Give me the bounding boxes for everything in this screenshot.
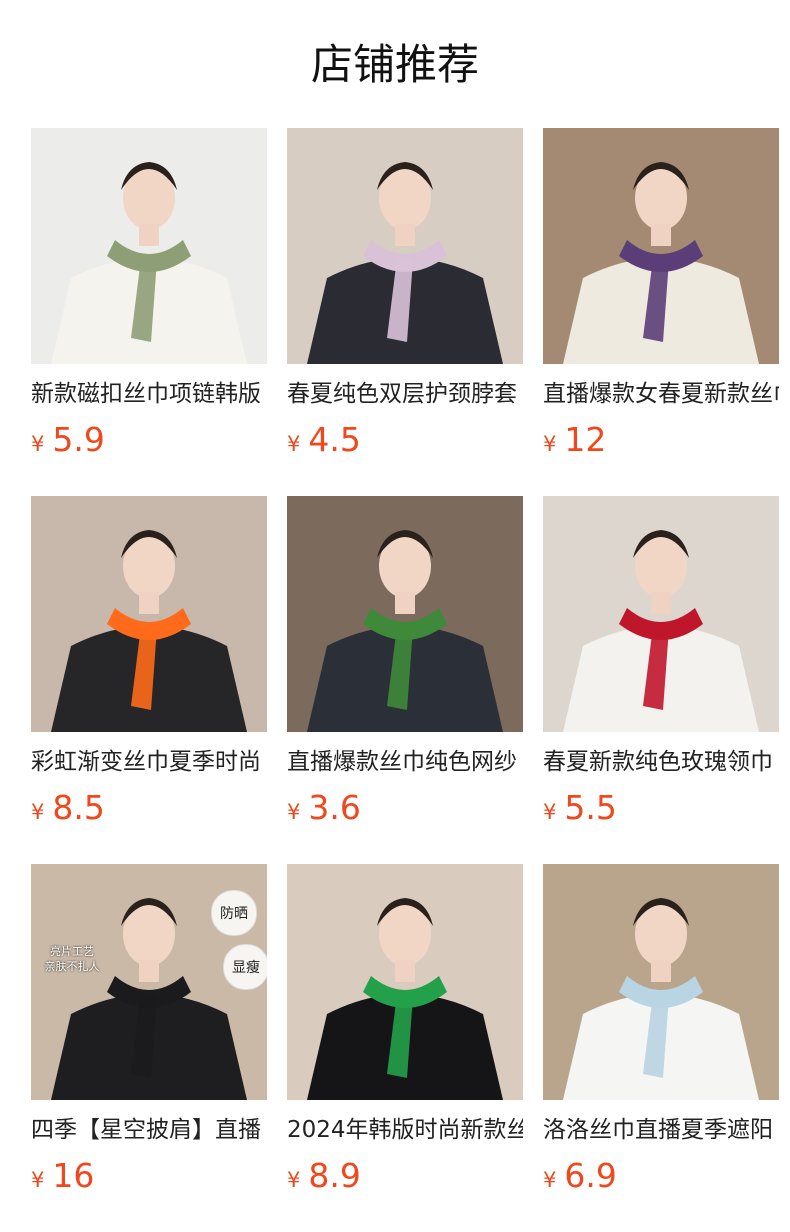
product-photo-illustration (287, 864, 523, 1100)
currency-symbol: ¥ (31, 800, 45, 824)
currency-symbol: ¥ (287, 1168, 301, 1192)
product-image[interactable] (287, 496, 523, 732)
product-name[interactable]: 四季【星空披肩】直播 (31, 1114, 267, 1146)
product-image[interactable]: 防晒显瘦 亮片工艺 亲肤不扎人 (31, 864, 267, 1100)
product-price: ¥8.9 (287, 1156, 523, 1195)
product-card[interactable]: 新款磁扣丝巾项链韩版 ¥5.9 (31, 128, 267, 496)
product-price: ¥3.6 (287, 788, 523, 827)
product-name[interactable]: 2024年韩版时尚新款丝巾 (287, 1114, 523, 1146)
currency-symbol: ¥ (287, 800, 301, 824)
currency-symbol: ¥ (543, 800, 557, 824)
product-price: ¥5.9 (31, 420, 267, 459)
product-card[interactable]: 洛洛丝巾直播夏季遮阳 ¥6.9 (543, 864, 779, 1232)
product-name[interactable]: 彩虹渐变丝巾夏季时尚 (31, 746, 267, 778)
product-card[interactable]: 2024年韩版时尚新款丝巾 ¥8.9 (287, 864, 523, 1232)
price-value: 12 (564, 420, 607, 459)
product-price: ¥5.5 (543, 788, 779, 827)
price-value: 5.9 (52, 420, 105, 459)
product-card[interactable]: 春夏新款纯色玫瑰领巾 ¥5.5 (543, 496, 779, 864)
product-price: ¥16 (31, 1156, 267, 1195)
product-card[interactable]: 春夏纯色双层护颈脖套 ¥4.5 (287, 128, 523, 496)
product-image[interactable] (287, 128, 523, 364)
currency-symbol: ¥ (287, 432, 301, 456)
price-value: 5.5 (564, 788, 617, 827)
product-image[interactable] (543, 496, 779, 732)
product-name[interactable]: 直播爆款女春夏新款丝巾 (543, 378, 779, 410)
product-card[interactable]: 直播爆款丝巾纯色网纱 ¥3.6 (287, 496, 523, 864)
page-title: 店铺推荐 (310, 40, 479, 89)
product-photo-illustration (287, 496, 523, 732)
product-grid: 新款磁扣丝巾项链韩版 ¥5.9 春夏纯色双层护颈脖套 ¥4.5 直播爆款女春夏新款丝巾 ¥… (31, 128, 779, 1232)
product-price: ¥4.5 (287, 420, 523, 459)
currency-symbol: ¥ (31, 432, 45, 456)
product-photo-illustration (31, 496, 267, 732)
product-photo-illustration (543, 496, 779, 732)
product-name[interactable]: 洛洛丝巾直播夏季遮阳 (543, 1114, 779, 1146)
product-card[interactable]: 防晒显瘦 亮片工艺 亲肤不扎人四季【星空披肩】直播 ¥16 (31, 864, 267, 1232)
product-card[interactable]: 彩虹渐变丝巾夏季时尚 ¥8.5 (31, 496, 267, 864)
price-value: 16 (52, 1156, 95, 1195)
product-name[interactable]: 春夏纯色双层护颈脖套 (287, 378, 523, 410)
product-photo-illustration (287, 128, 523, 364)
product-image[interactable] (543, 128, 779, 364)
product-card[interactable]: 直播爆款女春夏新款丝巾 ¥12 (543, 128, 779, 496)
currency-symbol: ¥ (543, 1168, 557, 1192)
feature-badge: 防晒 (211, 890, 257, 936)
currency-symbol: ¥ (31, 1168, 45, 1192)
product-price: ¥12 (543, 420, 779, 459)
product-image[interactable] (31, 128, 267, 364)
product-image[interactable] (543, 864, 779, 1100)
product-price: ¥8.5 (31, 788, 267, 827)
product-name[interactable]: 新款磁扣丝巾项链韩版 (31, 378, 267, 410)
product-photo-illustration (543, 864, 779, 1100)
product-photo-illustration (543, 128, 779, 364)
price-value: 3.6 (308, 788, 361, 827)
currency-symbol: ¥ (543, 432, 557, 456)
product-image[interactable] (287, 864, 523, 1100)
product-name[interactable]: 直播爆款丝巾纯色网纱 (287, 746, 523, 778)
product-image[interactable] (31, 496, 267, 732)
feature-badge: 显瘦 (223, 944, 267, 990)
feature-caption: 亮片工艺 亲肤不扎人 (44, 945, 100, 973)
product-photo-illustration (31, 128, 267, 364)
price-value: 4.5 (308, 420, 361, 459)
price-value: 8.5 (52, 788, 105, 827)
price-value: 8.9 (308, 1156, 361, 1195)
price-value: 6.9 (564, 1156, 617, 1195)
product-name[interactable]: 春夏新款纯色玫瑰领巾 (543, 746, 779, 778)
product-price: ¥6.9 (543, 1156, 779, 1195)
